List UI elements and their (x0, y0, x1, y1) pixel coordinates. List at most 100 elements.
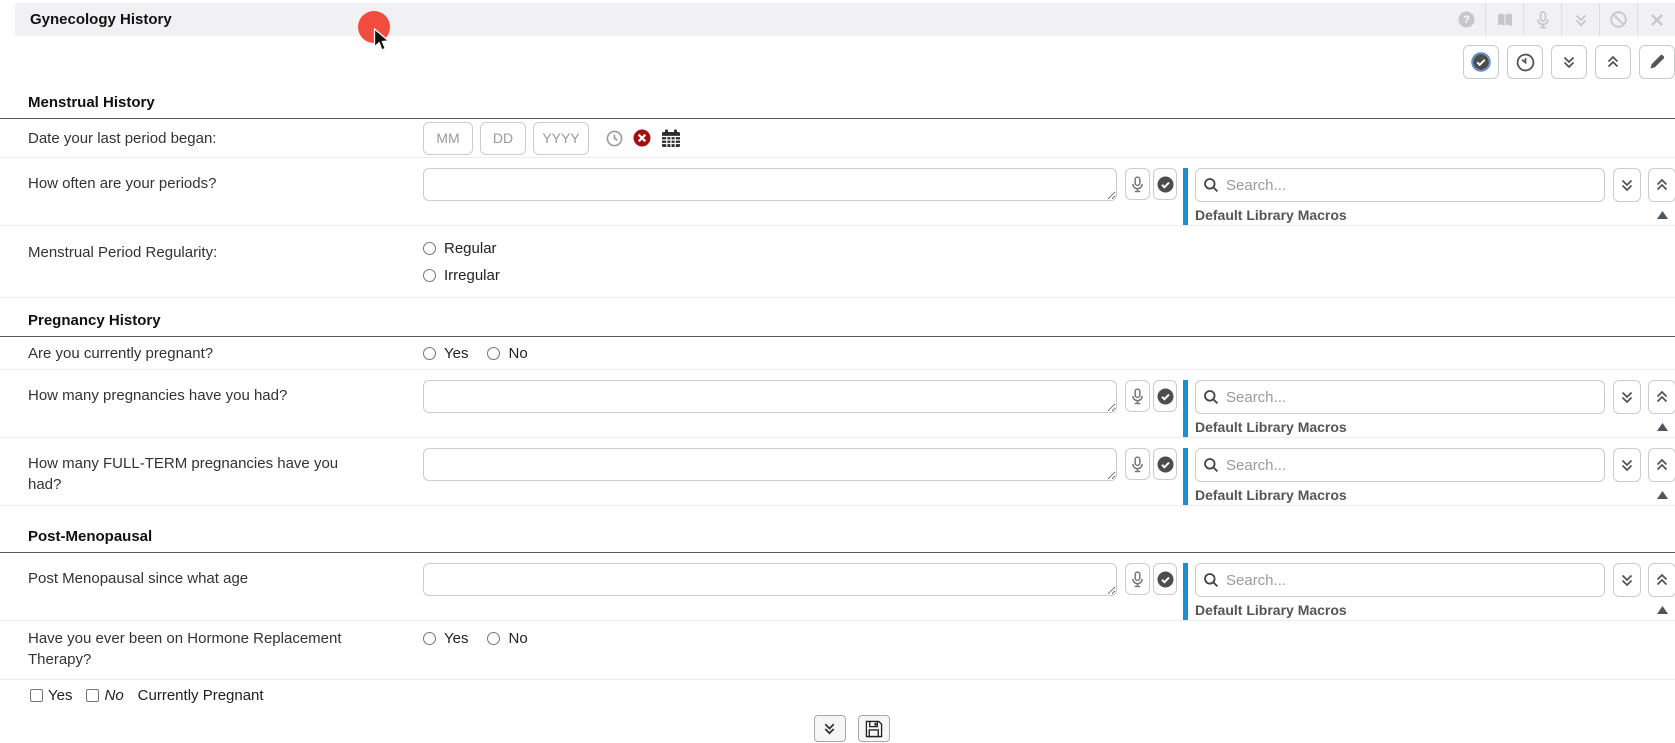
collapse-caret-icon[interactable] (1657, 491, 1668, 499)
dictate-button[interactable] (1125, 380, 1150, 412)
confirm-button[interactable] (1153, 448, 1177, 480)
radio-pregnant-yes[interactable] (423, 347, 436, 360)
macro-library-label: Default Library Macros (1195, 602, 1347, 618)
double-chevron-down-icon (1619, 389, 1635, 405)
field-controls: Default Library Macros (423, 553, 1675, 620)
form-body: Menstrual History Date your last period … (0, 88, 1675, 742)
double-chevron-down-icon (1619, 177, 1635, 193)
pregnant-options: Yes No (423, 345, 528, 362)
field-controls: Default Library Macros (423, 370, 1675, 437)
confirm-button[interactable] (1153, 168, 1177, 200)
calendar-icon[interactable] (661, 129, 681, 148)
macro-search-input[interactable] (1195, 448, 1605, 482)
row-period-frequency: How often are your periods? (0, 158, 1675, 226)
menopause-age-textarea[interactable] (423, 563, 1117, 596)
form-header-bar: Gynecology History ? (15, 3, 1675, 36)
dictate-button[interactable] (1125, 563, 1150, 595)
form-action-toolbar (1463, 45, 1675, 79)
microphone-icon (1131, 176, 1144, 193)
check-circle-button[interactable] (1463, 45, 1499, 79)
macro-search-input[interactable] (1195, 168, 1605, 202)
checkbox-label: No (104, 687, 123, 704)
macro-expand-button[interactable] (1613, 380, 1641, 414)
jump-down-button[interactable] (814, 715, 846, 742)
year-input[interactable] (533, 122, 589, 155)
microphone-icon[interactable] (1523, 3, 1561, 36)
month-input[interactable] (423, 122, 473, 155)
row-fullterm-count: How many FULL-TERM pregnancies have you … (0, 438, 1675, 506)
confirm-button[interactable] (1153, 380, 1177, 412)
macro-panel: Default Library Macros (1183, 380, 1675, 437)
double-chevron-down-icon[interactable] (1561, 3, 1599, 36)
macro-library-label: Default Library Macros (1195, 419, 1347, 435)
radio-pregnant-no[interactable] (487, 347, 500, 360)
collapse-caret-icon[interactable] (1657, 606, 1668, 614)
radio-label: Yes (444, 630, 468, 647)
row-period-regularity: Menstrual Period Regularity: Regular Irr… (0, 226, 1675, 298)
field-label: Have you ever been on Hormone Replacemen… (0, 621, 423, 679)
macro-collapse-button[interactable] (1648, 380, 1675, 414)
macro-expand-button[interactable] (1613, 168, 1641, 202)
field-label: Menstrual Period Regularity: (0, 226, 423, 297)
macro-search-input[interactable] (1195, 563, 1605, 597)
footer-actions (14, 715, 1675, 742)
pregnancy-count-textarea[interactable] (423, 380, 1117, 413)
scroll-down-button[interactable] (1551, 45, 1587, 79)
section-heading-pregnancy: Pregnancy History (0, 298, 1675, 337)
row-hormone-replacement: Have you ever been on Hormone Replacemen… (0, 621, 1675, 680)
double-chevron-up-icon (1654, 177, 1670, 193)
radio-irregular[interactable] (423, 269, 436, 282)
confirm-button[interactable] (1153, 563, 1177, 595)
row-pregnancy-count: How many pregnancies have you had? (0, 370, 1675, 438)
save-button[interactable] (858, 715, 890, 742)
macro-collapse-button[interactable] (1648, 563, 1675, 597)
double-chevron-down-icon (822, 721, 837, 736)
date-entry-group (423, 122, 681, 155)
header-icon-group: ? (1447, 3, 1675, 36)
radio-regular[interactable] (423, 242, 436, 255)
double-chevron-up-icon (1654, 389, 1670, 405)
dictate-button[interactable] (1125, 168, 1150, 200)
edit-pencil-button[interactable] (1639, 45, 1675, 79)
field-label: Post Menopausal since what age (0, 553, 423, 620)
page-title: Gynecology History (30, 11, 172, 28)
fullterm-count-textarea[interactable] (423, 448, 1117, 481)
close-icon[interactable] (1637, 3, 1675, 36)
day-input[interactable] (480, 122, 526, 155)
macro-collapse-button[interactable] (1648, 448, 1675, 482)
clear-date-icon[interactable] (633, 129, 651, 147)
book-icon[interactable] (1485, 3, 1523, 36)
checkbox-yes[interactable] (30, 689, 43, 702)
radio-label: Regular (444, 240, 497, 257)
radio-hrt-no[interactable] (487, 632, 500, 645)
field-label: Are you currently pregnant? (0, 343, 423, 364)
frequency-textarea[interactable] (423, 168, 1117, 201)
help-icon[interactable]: ? (1447, 3, 1485, 36)
row-currently-pregnant: Are you currently pregnant? Yes No (0, 337, 1675, 370)
check-circle-icon (1157, 176, 1174, 193)
microphone-icon (1131, 388, 1144, 405)
radio-label: No (508, 630, 527, 647)
radio-hrt-yes[interactable] (423, 632, 436, 645)
checkbox-caption: Currently Pregnant (138, 687, 264, 704)
collapse-caret-icon[interactable] (1657, 211, 1668, 219)
macro-expand-button[interactable] (1613, 448, 1641, 482)
field-controls: Default Library Macros (423, 438, 1675, 505)
radio-label: No (508, 345, 527, 362)
checkbox-no[interactable] (86, 689, 99, 702)
collapse-caret-icon[interactable] (1657, 423, 1668, 431)
double-chevron-up-icon (1654, 457, 1670, 473)
section-heading-post-menopausal: Post-Menopausal (0, 506, 1675, 553)
history-clock-button[interactable] (1507, 45, 1543, 79)
macro-search-input[interactable] (1195, 380, 1605, 414)
ban-icon[interactable] (1599, 3, 1637, 36)
svg-text:?: ? (1463, 14, 1470, 26)
macro-collapse-button[interactable] (1648, 168, 1675, 202)
check-circle-icon (1157, 456, 1174, 473)
scroll-up-button[interactable] (1595, 45, 1631, 79)
macro-expand-button[interactable] (1613, 563, 1641, 597)
clock-icon[interactable] (606, 130, 623, 147)
field-label: How often are your periods? (0, 158, 423, 225)
field-label: Date your last period began: (0, 128, 423, 149)
dictate-button[interactable] (1125, 448, 1150, 480)
